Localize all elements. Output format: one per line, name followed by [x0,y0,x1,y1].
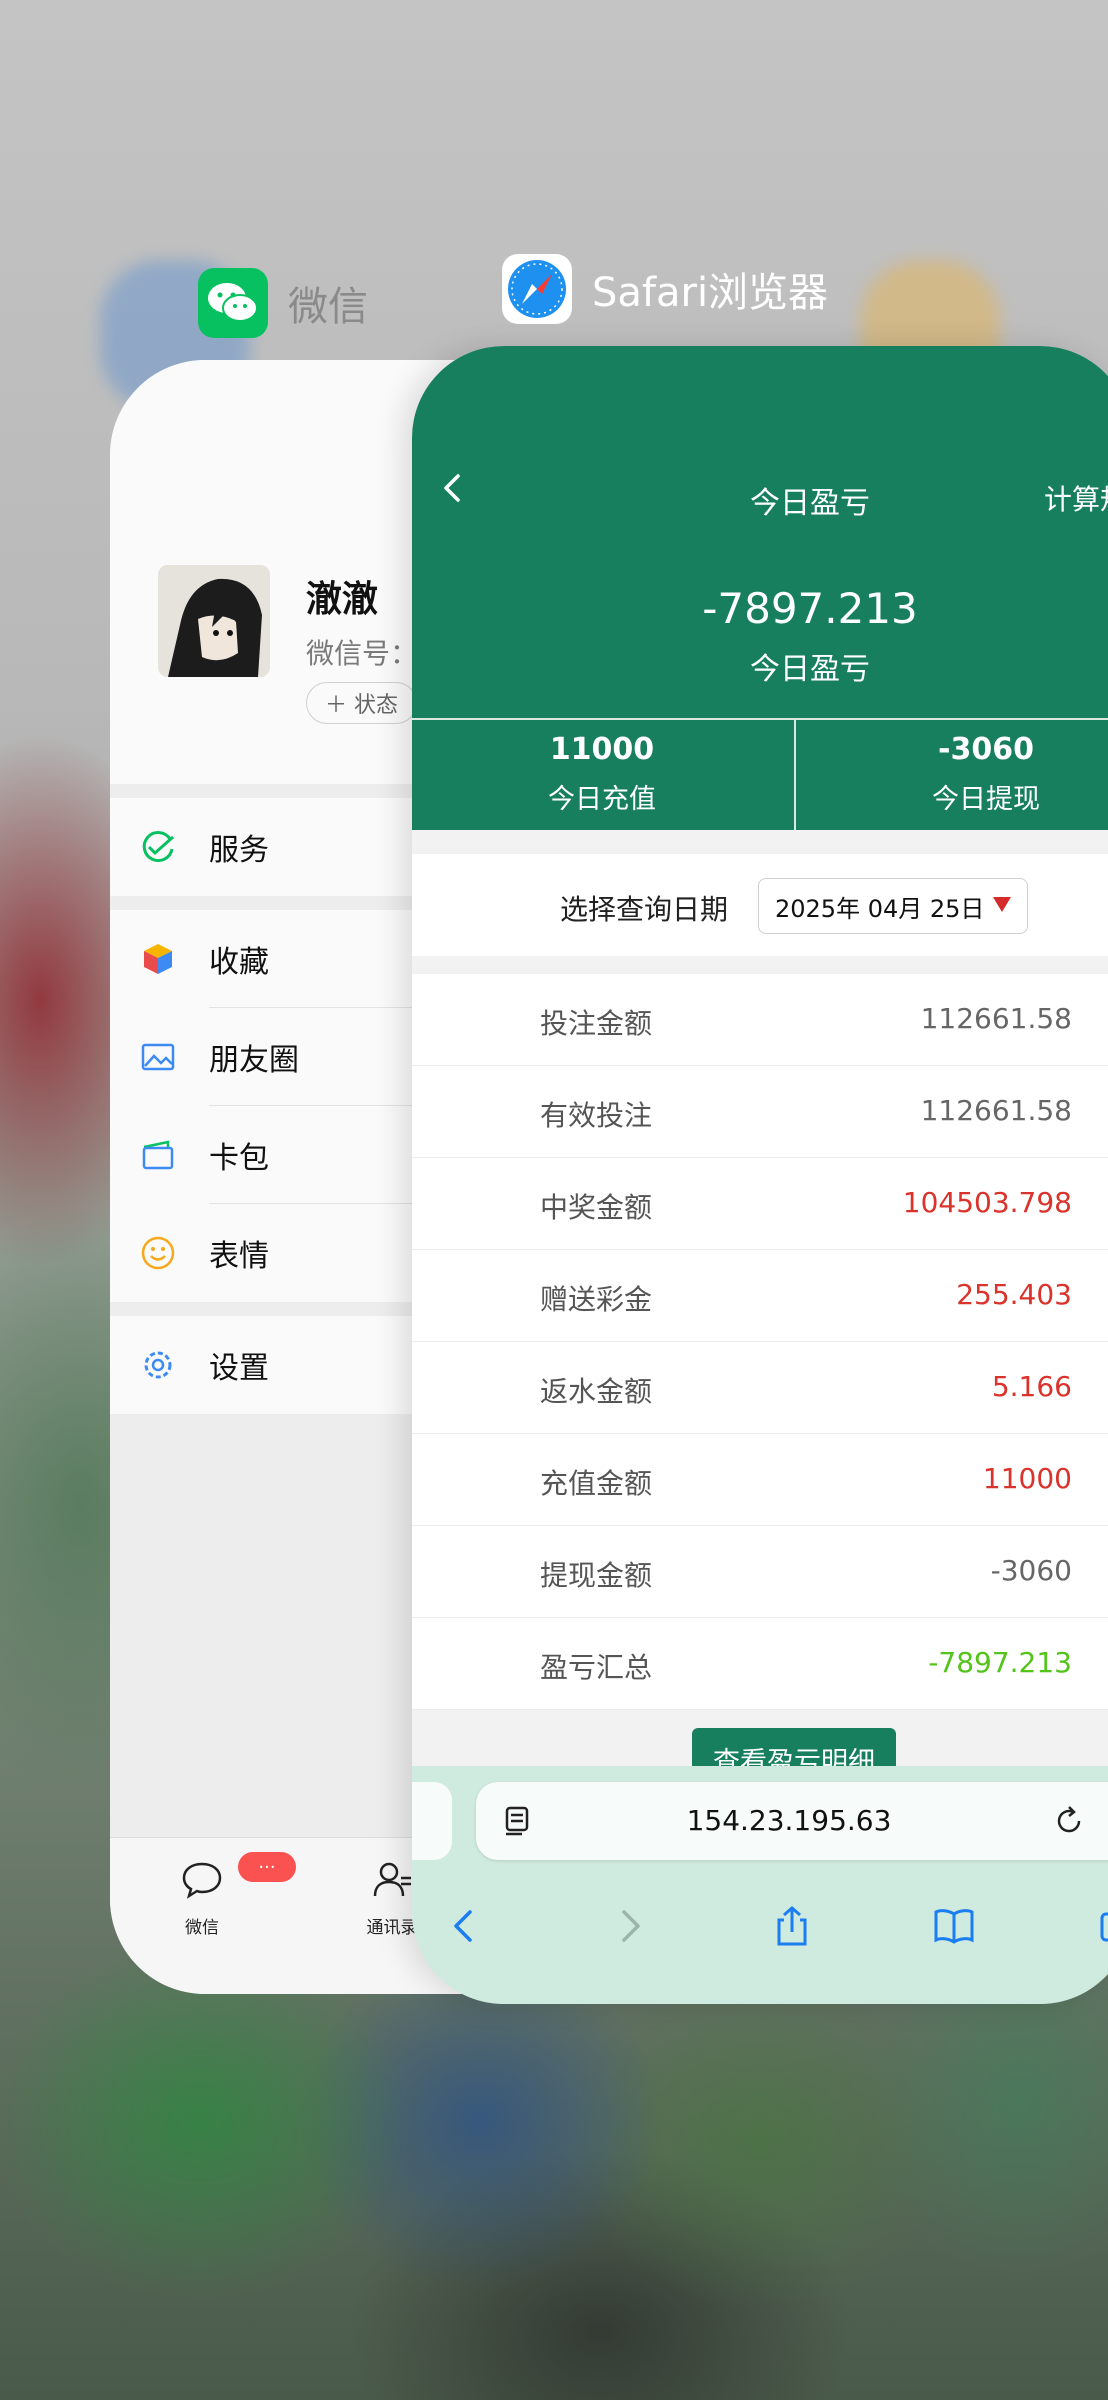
row-label: 返水金额 [540,1375,653,1408]
tabs-icon[interactable] [1098,1904,1108,1948]
today-withdraw-value: -3060 [938,732,1034,767]
reload-icon[interactable] [1052,1804,1086,1838]
date-filter-label: 选择查询日期 [560,893,729,926]
today-recharge-value: 11000 [549,732,655,767]
address-bar[interactable]: 154.23.195.63 [476,1782,1108,1860]
previous-tab-urlbar[interactable] [412,1782,452,1860]
gear-icon [144,1351,172,1379]
date-filter-bar: 选择查询日期 2025年 04月 25日 [412,854,1108,956]
chat-bubble-icon [182,1862,222,1899]
wechat-app-icon [198,268,268,338]
date-select[interactable]: 2025年 04月 25日 [758,878,1028,934]
add-status-button[interactable]: ＋ 状态 [306,682,417,724]
card-wallet-icon [142,1140,174,1170]
wechat-app-name: 微信 [288,284,368,330]
safari-app-label[interactable]: Safari浏览器 [502,254,828,324]
date-select-value: 2025年 04月 25日 [775,894,985,923]
calculation-rules-link[interactable]: 计算规 [1044,478,1108,518]
row-label: 赠送彩金 [540,1283,653,1316]
divider [412,718,1108,720]
dropdown-arrow-icon [993,897,1011,912]
bookmarks-book-icon[interactable] [932,1904,976,1948]
table-row: 有效投注 112661.58 [412,1066,1108,1158]
row-label: 充值金额 [540,1467,653,1500]
summary-table: 投注金额 112661.58 有效投注 112661.58 中奖金额 104503.798… [412,974,1108,1710]
table-row: 盈亏汇总 -7897.213 [412,1618,1108,1710]
safari-app-name: Safari浏览器 [592,270,829,316]
table-row: 返水金额 5.166 [412,1342,1108,1434]
menu-label-stickers: 表情 [209,1239,269,1274]
back-arrow-icon[interactable] [442,1904,486,1948]
smiley-icon [141,1236,175,1270]
favorites-cube-icon [144,944,172,974]
row-value: -3060 [990,1554,1072,1587]
contacts-icon [373,1862,411,1897]
today-withdraw-stat: -3060 今日提现 [796,732,1108,816]
table-row: 赠送彩金 255.403 [412,1250,1108,1342]
menu-label-favorites: 收藏 [209,945,269,980]
row-value: 112661.58 [920,1002,1072,1035]
today-profit-label: 今日盈亏 [750,652,870,687]
today-recharge-stat: 11000 今日充值 [412,732,792,816]
moments-photo-icon [141,1043,175,1071]
wechat-app-label[interactable]: 微信 [198,268,368,338]
row-label: 盈亏汇总 [540,1651,653,1684]
share-icon[interactable] [770,1904,814,1948]
unread-badge: ··· [238,1852,296,1882]
services-icon [142,831,174,863]
table-row: 充值金额 11000 [412,1434,1108,1526]
row-label: 有效投注 [540,1099,653,1132]
table-row: 提现金额 -3060 [412,1526,1108,1618]
page-header: 今日盈亏 计算规 -7897.213 今日盈亏 11000 今日充值 -3060… [412,346,1108,830]
forward-arrow-icon[interactable] [608,1904,652,1948]
safari-app-icon [502,254,572,324]
tab-chats[interactable]: ··· 微信 [142,1852,296,1938]
avatar[interactable] [158,565,270,677]
table-row: 中奖金额 104503.798 [412,1158,1108,1250]
row-label: 投注金额 [540,1007,653,1040]
menu-label-services: 服务 [209,833,269,868]
today-withdraw-label: 今日提现 [932,784,1040,815]
menu-label-moments: 朋友圈 [209,1043,299,1078]
back-chevron-icon[interactable] [434,468,474,508]
page-title: 今日盈亏 [750,486,870,521]
profile-wechat-id: 微信号： [306,637,419,670]
row-value: 112661.58 [920,1094,1072,1127]
today-profit-value: -7897.213 [702,584,918,633]
tab-label-chats: 微信 [185,1918,219,1938]
today-recharge-label: 今日充值 [548,784,656,815]
safari-toolbar: 154.23.195.63 [412,1766,1108,2004]
row-value: -7897.213 [928,1646,1072,1679]
profile-nickname: 澈澈 [306,579,379,620]
table-row: 投注金额 112661.58 [412,974,1108,1066]
row-value: 255.403 [956,1278,1072,1311]
row-value: 104503.798 [902,1186,1072,1219]
row-value: 11000 [982,1462,1072,1495]
row-label: 提现金额 [540,1559,653,1592]
safari-app-card[interactable]: 今日盈亏 计算规 -7897.213 今日盈亏 11000 今日充值 -3060… [412,346,1108,2004]
menu-label-cards: 卡包 [209,1141,269,1176]
menu-label-settings: 设置 [209,1351,269,1386]
url-text: 154.23.195.63 [686,1804,892,1837]
row-label: 中奖金额 [540,1191,653,1224]
row-value: 5.166 [991,1370,1072,1403]
page-menu-icon[interactable] [502,1804,536,1838]
